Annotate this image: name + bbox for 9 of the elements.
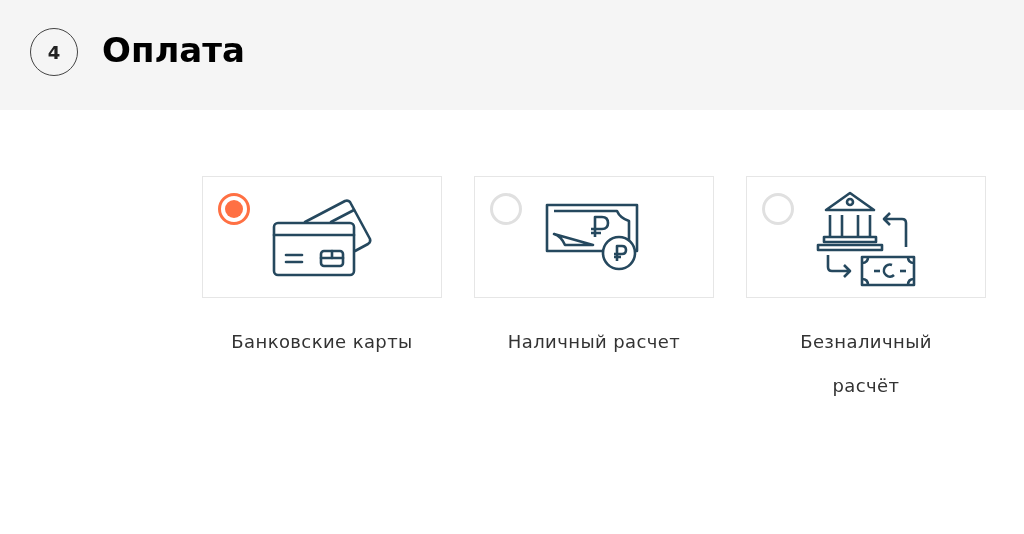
payment-option-label: Безналичный расчёт (799, 330, 933, 398)
credit-cards-icon (271, 197, 373, 277)
payment-option-label: Банковские карты (230, 330, 414, 354)
payment-option-card[interactable] (474, 176, 714, 298)
section-title: Оплата (102, 30, 245, 70)
payment-option-label: Наличный расчет (506, 330, 682, 354)
payment-option-card[interactable] (746, 176, 986, 298)
payment-option-card[interactable] (202, 176, 442, 298)
radio-button[interactable] (218, 193, 250, 225)
